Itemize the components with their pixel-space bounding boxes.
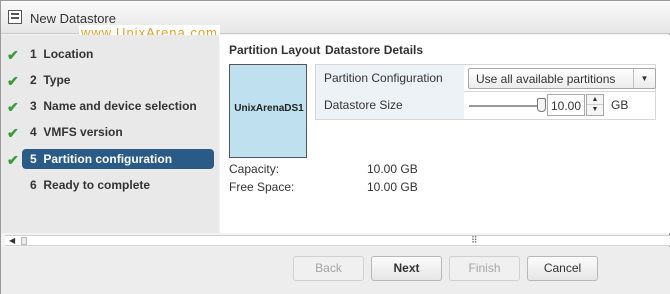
check-icon: ✔ (7, 47, 19, 63)
step-number: 6 (30, 178, 37, 192)
datastore-size-input[interactable]: 10.00 (547, 94, 585, 116)
back-button[interactable]: Back (293, 256, 364, 281)
step-number: 1 (30, 47, 37, 61)
step-number: 3 (30, 99, 37, 113)
step-label: Name and device selection (43, 99, 197, 113)
check-icon: ✔ (7, 125, 19, 141)
step-type[interactable]: ✔ 2 Type (1, 70, 219, 90)
capacity-value: 10.00 GB (367, 162, 418, 176)
step-location[interactable]: ✔ 1 Location (1, 44, 219, 64)
step-partition-configuration[interactable]: ✔ 5 Partition configuration (1, 149, 219, 169)
check-icon: ✔ (7, 152, 19, 168)
datastore-size-label: Datastore Size (316, 92, 464, 119)
partition-layout-heading: Partition Layout (229, 43, 321, 57)
datastore-size-row: Datastore Size 10.00 ▲ ▼ GB (316, 92, 655, 119)
step-number: 4 (30, 125, 37, 139)
datastore-size-slider-thumb[interactable] (537, 98, 546, 112)
partition-configuration-row: Partition Configuration Use all availabl… (316, 65, 656, 92)
scrollbar-thumb[interactable] (21, 237, 27, 245)
scroll-left-arrow-icon[interactable]: ◀ (9, 236, 15, 246)
cancel-button[interactable]: Cancel (527, 256, 598, 281)
dropdown-arrow-icon[interactable]: ▼ (633, 69, 655, 88)
free-space-value: 10.00 GB (367, 180, 418, 194)
check-icon: ✔ (7, 99, 19, 115)
free-space-label: Free Space: (229, 180, 295, 194)
step-number: 2 (30, 73, 37, 87)
step-number: 5 (30, 152, 37, 166)
datastore-details-heading: Datastore Details (325, 43, 424, 57)
finish-button[interactable]: Finish (449, 256, 520, 281)
step-label: Partition configuration (43, 152, 173, 166)
step-name-and-device-selection[interactable]: ✔ 3 Name and device selection (1, 96, 219, 116)
horizontal-scrollbar[interactable]: ◀ ⠿ (5, 235, 670, 246)
datastore-size-stepper[interactable]: ▲ ▼ (586, 94, 604, 116)
new-datastore-window: New Datastore www.UnixArena.com ✔ 1 Loca… (0, 0, 670, 294)
datastore-size-unit: GB (611, 98, 629, 112)
partition-configuration-value: Use all available partitions (476, 72, 616, 86)
wizard-footer: Back Next Finish Cancel (1, 247, 670, 294)
check-icon: ✔ (7, 73, 19, 89)
partition-configuration-label: Partition Configuration (316, 65, 464, 92)
window-title: New Datastore (30, 11, 116, 26)
step-ready-to-complete: 6 Ready to complete (1, 175, 219, 195)
partition-layout-graphic: UnixArenaDS1 (229, 64, 307, 158)
next-button[interactable]: Next (371, 256, 442, 281)
step-label: Type (43, 73, 71, 87)
step-label: VMFS version (43, 125, 123, 139)
step-label: Location (43, 47, 94, 61)
datastore-icon (8, 10, 22, 24)
wizard-steps-sidebar: ✔ 1 Location ✔ 2 Type ✔ 3 Name and devic… (1, 35, 219, 233)
datastore-name: UnixArenaDS1 (234, 103, 304, 114)
datastore-details-table: Partition Configuration Use all availabl… (315, 64, 656, 120)
step-vmfs-version[interactable]: ✔ 4 VMFS version (1, 122, 219, 142)
partition-configuration-panel: Partition Layout Datastore Details UnixA… (220, 35, 670, 233)
increment-arrow-icon[interactable]: ▲ (587, 95, 603, 105)
resize-grip-icon[interactable]: ⠿ (471, 235, 478, 245)
decrement-arrow-icon[interactable]: ▼ (587, 105, 603, 115)
datastore-size-slider-track[interactable] (469, 105, 541, 107)
step-label: Ready to complete (43, 178, 151, 192)
partition-configuration-dropdown[interactable]: Use all available partitions ▼ (468, 68, 656, 89)
capacity-label: Capacity: (229, 162, 280, 176)
